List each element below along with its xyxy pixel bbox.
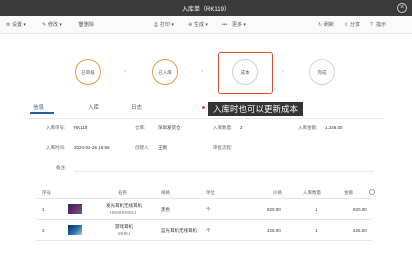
remark-label: 备注: xyxy=(56,165,67,170)
row-2-name[interactable]: 游戏耳机 xyxy=(115,224,133,230)
refresh-button[interactable]: ↻ 刷新 xyxy=(318,21,334,28)
step-highlight-box xyxy=(218,52,273,94)
row-1-code: HEMHN001J xyxy=(110,210,137,215)
help-button[interactable]: ? 指示 xyxy=(370,21,386,28)
product-thumbnail xyxy=(68,225,82,235)
row-1-index: 1 xyxy=(42,207,45,212)
share-button[interactable]: ⇪ 分享 xyxy=(344,21,360,28)
tab-log[interactable]: 日志 xyxy=(131,103,142,111)
creator-label: 创建人: xyxy=(135,145,150,150)
tooltip: 入库时也可以更新成本 xyxy=(208,102,303,116)
row-1-amount: 820.00 xyxy=(353,207,367,212)
divider xyxy=(36,240,372,241)
product-thumbnail xyxy=(68,204,82,214)
chevron-right-icon: › xyxy=(201,69,203,75)
warehouse-label: 仓库: xyxy=(135,125,146,130)
col-spec: 规格 xyxy=(161,190,170,195)
edit-button[interactable]: ✎ 修改 ▾ xyxy=(42,21,62,28)
row-1-spec: 黑色 xyxy=(161,207,170,212)
approver-label: 审批流程: xyxy=(213,145,233,150)
window-title: 入库单（RK119） xyxy=(182,7,230,13)
col-qty: 入库数量 xyxy=(303,190,321,195)
step-stocked: 已入库 xyxy=(152,59,178,85)
col-index: 序号 xyxy=(42,190,51,195)
col-amount: 金额 xyxy=(344,190,353,195)
table-settings-icon[interactable] xyxy=(369,189,375,195)
amount-label: 入库金额: xyxy=(298,125,318,130)
number-label: 入库单号: xyxy=(46,125,66,130)
row-1-price: 820.00 xyxy=(267,207,281,212)
title-bar: 入库单（RK119） × xyxy=(0,0,412,16)
row-2-qty: 1 xyxy=(315,228,318,233)
settings-button[interactable]: ⚙ 设置 ▾ xyxy=(6,21,26,28)
time-label: 入库时间: xyxy=(46,145,66,150)
print-button[interactable]: ⎙ 打印 ▾ xyxy=(154,21,174,28)
creator-value: 王刚 xyxy=(158,145,167,150)
indicator-dot xyxy=(202,106,205,109)
row-2-price: 426.00 xyxy=(267,228,281,233)
divider xyxy=(36,219,372,220)
warehouse-value: 深圳发货仓 xyxy=(158,125,181,130)
time-value: 2024-02-26 16:59 xyxy=(74,145,110,150)
delete-button[interactable]: 🗑删除 xyxy=(78,21,94,28)
row-2-index: 2 xyxy=(42,228,45,233)
col-price: 价格 xyxy=(273,190,282,195)
row-2-unit: 个 xyxy=(206,228,211,233)
row-1-qty: 1 xyxy=(315,207,318,212)
qty-label: 入库数量: xyxy=(213,125,233,130)
tab-active-indicator xyxy=(30,112,54,114)
row-1-unit: 个 xyxy=(206,207,211,212)
generate-button[interactable]: ⊕ 生成 ▾ xyxy=(188,21,208,28)
col-unit: 单位 xyxy=(206,190,215,195)
amount-value: 1,246.00 xyxy=(325,125,343,130)
row-2-spec: 蓝光耳机无线耳机 xyxy=(161,228,197,233)
qty-value: 2 xyxy=(240,125,243,130)
chevron-right-icon: › xyxy=(124,69,126,75)
more-button[interactable]: ••• 更多 ▾ xyxy=(222,21,246,28)
remark-field[interactable] xyxy=(74,171,374,172)
step-complete: 完成 xyxy=(309,59,335,85)
chevron-right-icon: › xyxy=(282,69,284,75)
tab-stock-in[interactable]: 入库 xyxy=(88,103,99,111)
row-2-amount: 426.00 xyxy=(353,228,367,233)
step-approved: 已审核 xyxy=(75,59,101,85)
more-icon: ••• xyxy=(222,22,228,28)
tab-info[interactable]: 信息 xyxy=(33,103,44,111)
number-value: RK119 xyxy=(74,125,88,130)
divider xyxy=(28,118,384,119)
close-icon[interactable]: × xyxy=(397,3,407,13)
row-2-code: MHEJ xyxy=(118,231,131,236)
col-name: 名称 xyxy=(118,190,127,195)
divider xyxy=(36,198,372,199)
toolbar: ⚙ 设置 ▾ ✎ 修改 ▾ 🗑删除 ⎙ 打印 ▾ ⊕ 生成 ▾ ••• 更多 ▾ ↻ 刷新 … xyxy=(0,16,412,34)
row-1-name[interactable]: 发光耳机无线耳机 xyxy=(106,203,142,209)
